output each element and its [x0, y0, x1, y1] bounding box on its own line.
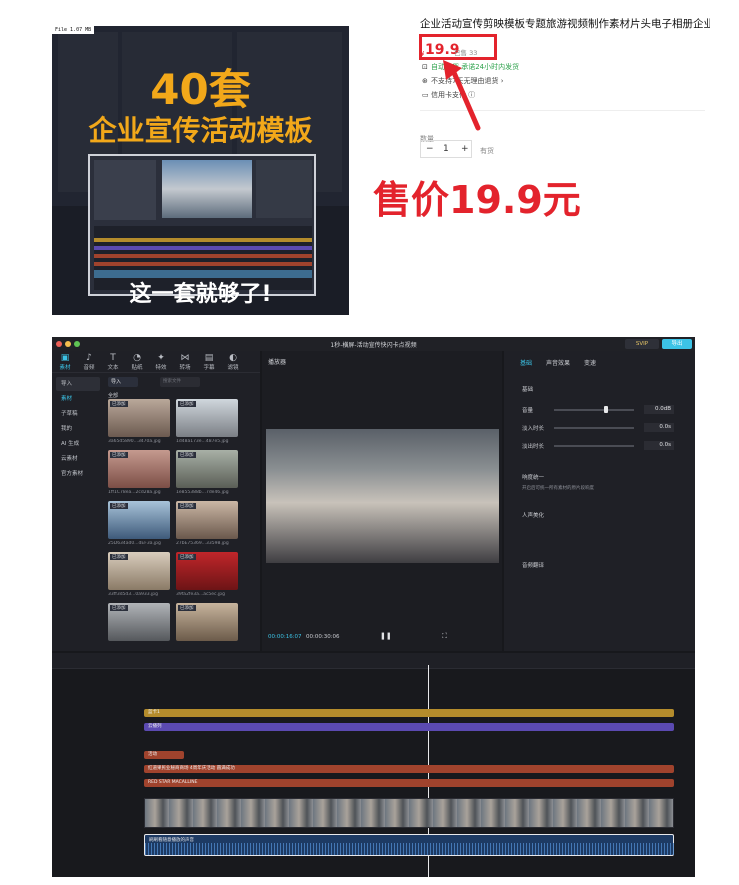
file-size-tag: File 1.07 MB	[52, 26, 95, 34]
window-titlebar: 1秒-横屏-活动宣传快闪卡点视频 SVIP 导出	[52, 337, 695, 351]
category-subdraft[interactable]: 子草稿	[56, 407, 100, 421]
tab-sticker[interactable]: ◔ 贴纸	[126, 353, 148, 371]
timeline-panel: 蓝卡1 云播列 活动 红道果民业秘商商场 4周年庆活动 圆满成功 RED STA…	[52, 653, 695, 877]
media-caption: 3a65d5890...3470a.jpg	[108, 439, 161, 444]
search-input[interactable]: 搜索文件	[160, 377, 200, 387]
export-button[interactable]: 导出	[662, 339, 692, 349]
minus-button[interactable]: −	[426, 144, 434, 154]
fadeout-label: 淡出时长	[522, 444, 545, 450]
text-clip[interactable]: 活动	[144, 751, 184, 759]
shield-icon: ⊛	[422, 77, 428, 85]
tab-sound-effect[interactable]: 声音效果	[546, 358, 570, 367]
category-ai[interactable]: AI 生成	[56, 437, 100, 451]
media-thumb[interactable]: 已添加	[108, 603, 170, 641]
window-title: 1秒-横屏-活动宣传快闪卡点视频	[330, 342, 417, 349]
media-thumb[interactable]: 已添加	[108, 399, 170, 437]
track-purple[interactable]: 云播列	[144, 723, 674, 731]
text-track-3[interactable]: RED STAR MACALLINE	[144, 779, 674, 787]
tab-filter[interactable]: ◐ 滤镜	[222, 353, 244, 371]
category-list: 导入 素材 子草稿 我的 AI 生成 云素材 官方素材	[56, 377, 100, 482]
tab-transition[interactable]: ⋈ 转场	[174, 353, 196, 371]
cover-subtitle: 企业宣传活动模板	[88, 114, 313, 147]
media-thumb[interactable]: 已添加	[176, 450, 238, 488]
cover-footer: 这一套就够了!	[129, 282, 272, 307]
quantity-value[interactable]: 1	[443, 144, 449, 154]
quantity-stepper[interactable]: − 1 +	[420, 140, 472, 158]
basic-section-label[interactable]: 基础	[522, 385, 533, 393]
plus-button[interactable]: +	[461, 144, 469, 154]
fadeout-value[interactable]: 0.0s	[644, 441, 674, 450]
media-caption: 27bE75369...33598.jpg	[176, 541, 229, 546]
fullscreen-icon[interactable]: ⛶	[442, 632, 447, 641]
product-cover-image: File 1.07 MB 40套 企业宣传活动模板 这一套就够了!	[52, 26, 349, 315]
vip-button[interactable]: SVIP	[625, 339, 659, 349]
category-official[interactable]: 官方素材	[56, 467, 100, 481]
media-caption: 25D634ad0...dEF3a.jpg	[108, 541, 161, 546]
video-preview[interactable]	[266, 429, 499, 563]
cover-screenshot	[88, 154, 316, 296]
current-timecode: 00:00:16:07	[268, 634, 302, 640]
total-timecode: 00:00:30:06	[306, 634, 340, 640]
player-panel: 播放器 00:00:16:07 00:00:30:06 ❚❚ ⛶	[262, 351, 502, 651]
tab-effects[interactable]: ✦ 特效	[150, 353, 172, 371]
audio-track[interactable]: 刷刷看随意播放的声音	[144, 834, 675, 856]
translate-label[interactable]: 音频翻译	[522, 561, 544, 569]
volume-knob[interactable]	[604, 406, 608, 413]
red-arrow-icon	[443, 60, 481, 131]
media-thumb[interactable]: 已添加	[108, 552, 170, 590]
fadein-label: 淡入时长	[522, 426, 545, 432]
price-annotation: 售价19.9元	[373, 178, 581, 222]
fadein-value[interactable]: 0.0s	[644, 423, 674, 432]
tab-caption[interactable]: ▤ 字幕	[198, 353, 220, 371]
fadein-slider[interactable]	[554, 427, 634, 429]
media-caption: 33ff3d5d3...0a933.jpg	[108, 592, 159, 597]
play-pause-icon[interactable]: ❚❚	[380, 632, 392, 640]
text-track-2[interactable]: 红道果民业秘商商场 4周年庆活动 圆满成功	[144, 765, 674, 773]
volume-value[interactable]: 0.0dB	[644, 405, 674, 414]
import-button[interactable]: 导入	[108, 377, 138, 387]
media-thumb[interactable]: 已添加	[176, 603, 238, 641]
category-import[interactable]: 导入	[56, 377, 100, 391]
media-thumb[interactable]: 已添加	[176, 501, 238, 539]
filter-all[interactable]: 全部	[108, 392, 118, 399]
category-cloud[interactable]: 云素材	[56, 452, 100, 466]
volume-slider[interactable]	[554, 409, 634, 411]
product-title: 企业活动宣传剪映模板专题旅游视频制作素材片头电子相册企业历程	[420, 18, 710, 30]
stock-status: 有货	[480, 147, 494, 155]
truck-icon: ⊡	[422, 63, 428, 71]
media-thumb[interactable]: 已添加	[108, 450, 170, 488]
media-caption: 1ff1C78ea...2cd28a.jpg	[108, 490, 161, 495]
media-caption: 1e855388b...7de46.jpg	[176, 490, 229, 495]
properties-panel: 基础 声音效果 变速 基础 音量 0.0dB 淡入时长 0.0s 淡出时长 0.…	[504, 351, 695, 651]
tab-speed[interactable]: 变速	[584, 358, 596, 367]
video-editor-screenshot: 1秒-横屏-活动宣传快闪卡点视频 SVIP 导出 ▣ 素材 ♪ 音频 T 文本 ◔ 贴纸…	[52, 337, 695, 877]
track-gold[interactable]: 蓝卡1	[144, 709, 674, 717]
tab-audio[interactable]: ♪ 音频	[78, 353, 100, 371]
loudness-desc: 开启后可统一所有素材的原片段响度	[522, 486, 594, 491]
media-thumb[interactable]: 已添加	[108, 501, 170, 539]
media-thumb[interactable]: 已添加	[176, 399, 238, 437]
fadeout-slider[interactable]	[554, 445, 634, 447]
category-mine[interactable]: 我的	[56, 422, 100, 436]
player-title: 播放器	[268, 359, 287, 366]
currency-symbol: ¥	[420, 50, 425, 58]
media-panel: ▣ 素材 ♪ 音频 T 文本 ◔ 贴纸 ✦ 特效 ⋈ 转场 ▤ 字幕 ◐ 滤镜 导入 素材 子草…	[52, 351, 260, 651]
voice-label[interactable]: 人声美化	[522, 511, 544, 519]
volume-label: 音量	[522, 408, 534, 414]
timeline-toolbar	[52, 653, 695, 669]
media-caption: 1d48a173e...487e5.jpg	[176, 439, 229, 444]
media-thumb[interactable]: 已添加	[176, 552, 238, 590]
cover-headline: 40套	[150, 65, 251, 114]
video-track[interactable]	[144, 798, 674, 828]
media-caption: 39fa2fe3a...ac5ec.jpg	[176, 592, 225, 597]
category-media[interactable]: 素材	[56, 392, 100, 406]
tab-basic[interactable]: 基础	[520, 358, 532, 367]
card-icon: ▭	[422, 91, 429, 99]
tab-media[interactable]: ▣ 素材	[54, 353, 76, 371]
tab-text[interactable]: T 文本	[102, 353, 124, 371]
loudness-label[interactable]: 响度统一	[522, 473, 544, 481]
tool-tabs: ▣ 素材 ♪ 音频 T 文本 ◔ 贴纸 ✦ 特效 ⋈ 转场 ▤ 字幕 ◐ 滤镜	[52, 351, 260, 373]
